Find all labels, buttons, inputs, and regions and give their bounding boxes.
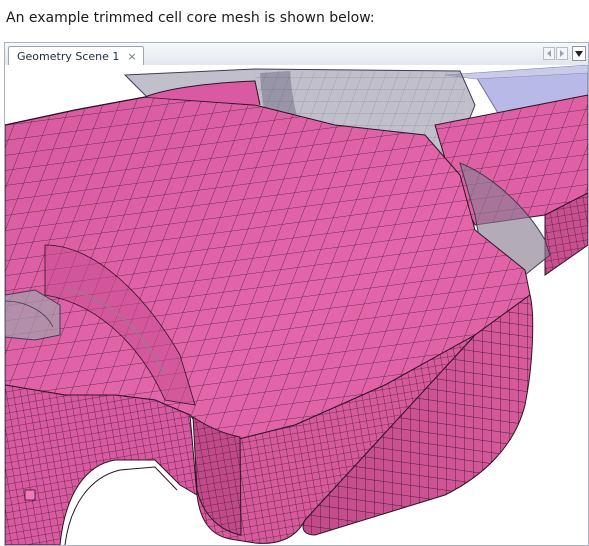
scene-viewport[interactable] [5, 65, 588, 545]
dropdown-arrow-icon[interactable] [572, 46, 586, 61]
tab-scroll-arrows [543, 47, 568, 60]
chevron-right-icon[interactable] [556, 47, 568, 60]
chevron-left-icon[interactable] [543, 47, 555, 60]
close-icon[interactable]: × [127, 51, 136, 62]
tab-geometry-scene-1[interactable]: Geometry Scene 1 × [8, 46, 144, 65]
mesh-render [5, 65, 588, 545]
tab-label: Geometry Scene 1 [17, 49, 120, 63]
geometry-scene-window: Geometry Scene 1 × [4, 42, 589, 546]
intro-caption: An example trimmed cell core mesh is sho… [6, 10, 375, 26]
scene-tab-bar: Geometry Scene 1 × [5, 43, 588, 66]
